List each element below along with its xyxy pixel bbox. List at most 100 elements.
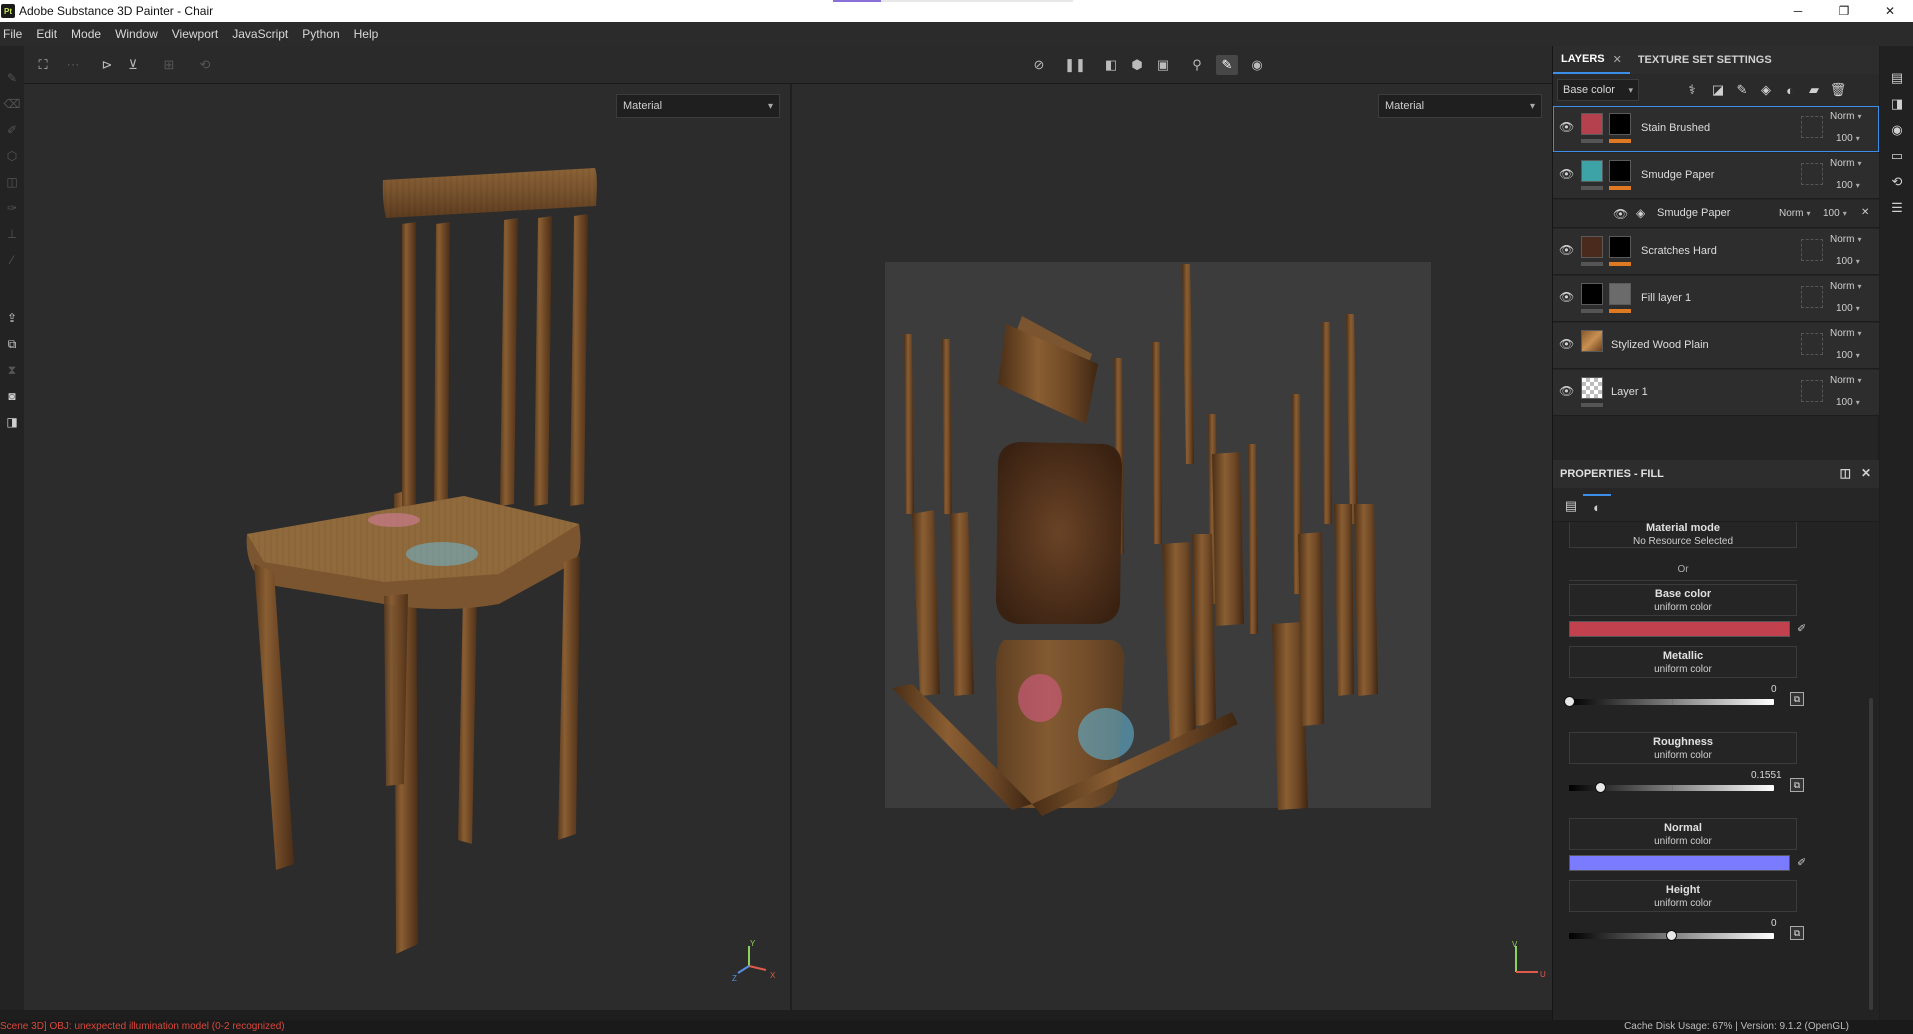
texture-map-icon[interactable]: ⧉	[1790, 926, 1804, 940]
close-icon[interactable]: ✕	[1861, 207, 1869, 218]
layer-mask-thumbnail[interactable]	[1609, 160, 1631, 182]
texture-map-icon[interactable]: ⧉	[1790, 692, 1804, 706]
camera-icon[interactable]: ▣	[1152, 55, 1174, 75]
maximize-icon[interactable]: ❐	[1821, 0, 1867, 22]
view-split-icon[interactable]: ◧	[1100, 55, 1122, 75]
frame-select-icon[interactable]: ⛶	[32, 55, 54, 75]
paint-mode-icon[interactable]: ✎	[1216, 55, 1238, 75]
opacity-select[interactable]: 100 ▾	[1836, 180, 1860, 191]
grid-icon[interactable]: ⋯	[62, 55, 84, 75]
undock-icon[interactable]: ◫	[1840, 466, 1851, 480]
roughness-value[interactable]: 0.1551	[1751, 770, 1782, 781]
menu-edit[interactable]: Edit	[31, 27, 66, 41]
opacity-select[interactable]: 100 ▾	[1836, 256, 1860, 267]
metallic-slider-knob[interactable]	[1564, 696, 1575, 707]
mirror-x-icon[interactable]: ⊳	[96, 55, 118, 75]
display-icon[interactable]: ◨	[2, 412, 22, 432]
opacity-select[interactable]: 100 ▾	[1836, 350, 1860, 361]
height-value[interactable]: 0	[1771, 918, 1777, 929]
opacity-select[interactable]: 100 ▾	[1836, 133, 1860, 144]
layer-row[interactable]: 👁 Stain Brushed Norm ▾ 100 ▾	[1553, 106, 1879, 152]
close-icon[interactable]: ✕	[1861, 466, 1871, 480]
layer-mask-thumbnail[interactable]	[1609, 283, 1631, 305]
blend-mode-select[interactable]: Norm ▾	[1830, 158, 1861, 169]
reset-rotation-icon[interactable]: ⟲	[194, 55, 216, 75]
viewport-2d[interactable]: Material ▾ V U	[792, 84, 1552, 1010]
export-icon[interactable]: ⇪	[2, 308, 22, 328]
add-mask-icon[interactable]: ◪	[1707, 80, 1729, 100]
screenshot-icon[interactable]: ◉	[1246, 55, 1268, 75]
mirror-y-icon[interactable]: ⊻	[122, 55, 144, 75]
base-color-channel[interactable]: Base color uniform color	[1569, 584, 1797, 616]
layer-row[interactable]: 👁 Scratches Hard Norm ▾ 100 ▾	[1553, 229, 1879, 275]
metallic-channel[interactable]: Metallic uniform color	[1569, 646, 1797, 678]
eye-icon[interactable]: 👁	[1559, 290, 1575, 304]
blend-mode-select[interactable]: Norm ▾	[1779, 208, 1810, 219]
pause-icon[interactable]: ❚❚	[1064, 55, 1086, 75]
add-effect-icon[interactable]: ⚕	[1681, 80, 1703, 100]
shelf-panel-icon[interactable]: ▭	[1886, 146, 1908, 166]
viewport-3d[interactable]: Material ▾ Y Z X	[24, 84, 790, 1010]
symmetry-icon[interactable]: ⚲	[1186, 55, 1208, 75]
menu-viewport[interactable]: Viewport	[167, 27, 227, 41]
eraser-icon[interactable]: ⌫	[2, 94, 22, 114]
menu-help[interactable]: Help	[349, 27, 388, 41]
color-picker-icon[interactable]: ⁄	[2, 250, 22, 270]
close-icon[interactable]: ✕	[1867, 0, 1913, 22]
cube-view-icon[interactable]: ⬢	[1126, 55, 1148, 75]
layer-mask-thumbnail[interactable]	[1609, 113, 1631, 135]
projection-icon[interactable]: ✐	[2, 120, 22, 140]
menu-file[interactable]: File	[0, 27, 31, 41]
minimize-icon[interactable]: ─	[1775, 0, 1821, 22]
material-tab-icon[interactable]: ◐	[1583, 494, 1611, 518]
menu-mode[interactable]: Mode	[66, 27, 110, 41]
tab-texture-set-settings[interactable]: TEXTURE SET SETTINGS	[1630, 46, 1780, 74]
layer-mask-thumbnail[interactable]	[1609, 236, 1631, 258]
blend-mode-select[interactable]: Norm ▾	[1830, 111, 1861, 122]
layers-panel-icon[interactable]: ▤	[1886, 68, 1908, 88]
menu-window[interactable]: Window	[110, 27, 167, 41]
fill-properties-tab-icon[interactable]: ▤	[1557, 494, 1585, 518]
delete-layer-icon[interactable]: 🗑	[1827, 80, 1849, 100]
clone-stamp-icon[interactable]: ⊥	[2, 224, 22, 244]
layer-row[interactable]: 👁 Layer 1 Norm ▾ 100 ▾	[1553, 370, 1879, 416]
blend-mode-select[interactable]: Norm ▾	[1830, 375, 1861, 386]
smudge-icon[interactable]: ✑	[2, 198, 22, 218]
eye-icon[interactable]: 👁	[1559, 167, 1575, 181]
blend-mode-select[interactable]: Norm ▾	[1830, 328, 1861, 339]
metallic-value[interactable]: 0	[1771, 684, 1777, 695]
eye-icon[interactable]: 👁	[1559, 337, 1575, 351]
roughness-slider-knob[interactable]	[1595, 782, 1606, 793]
tab-layers[interactable]: LAYERS ✕	[1553, 46, 1630, 74]
eye-icon[interactable]: 👁	[1559, 120, 1575, 134]
eye-icon[interactable]: 👁	[1559, 243, 1575, 257]
eye-icon[interactable]: 👁	[1613, 207, 1629, 221]
log-panel-icon[interactable]: ☰	[1886, 198, 1908, 218]
eye-icon[interactable]: 👁	[1559, 384, 1575, 398]
eyedropper-icon[interactable]: ✐	[1797, 622, 1809, 636]
blend-mode-select[interactable]: Norm ▾	[1830, 234, 1861, 245]
paint-brush-icon[interactable]: ✎	[2, 68, 22, 88]
close-icon[interactable]: ✕	[1613, 53, 1622, 66]
roughness-channel[interactable]: Roughness uniform color	[1569, 732, 1797, 764]
eyedropper-icon[interactable]: ✐	[1797, 856, 1809, 870]
opacity-select[interactable]: 100 ▾	[1823, 208, 1847, 219]
layer-row[interactable]: 👁 Fill layer 1 Norm ▾ 100 ▾	[1553, 276, 1879, 322]
height-slider-knob[interactable]	[1666, 930, 1677, 941]
viewer-settings-icon[interactable]: ◨	[1886, 94, 1908, 114]
display-settings-icon[interactable]: ◉	[1886, 120, 1908, 140]
height-channel[interactable]: Height uniform color	[1569, 880, 1797, 912]
normal-color-swatch[interactable]	[1569, 855, 1790, 871]
layer-row[interactable]: 👁 Stylized Wood Plain Norm ▾ 100 ▾	[1553, 323, 1879, 369]
height-slider[interactable]	[1569, 930, 1774, 941]
bake-icon[interactable]: ⧉	[2, 334, 22, 354]
blend-mode-select[interactable]: Norm ▾	[1830, 281, 1861, 292]
base-color-swatch[interactable]	[1569, 621, 1790, 637]
add-folder-icon[interactable]: ▰	[1803, 80, 1825, 100]
metallic-slider[interactable]	[1564, 696, 1774, 707]
properties-scrollbar[interactable]	[1869, 698, 1873, 1010]
shelf-icon[interactable]: ◙	[2, 386, 22, 406]
opacity-select[interactable]: 100 ▾	[1836, 303, 1860, 314]
menu-javascript[interactable]: JavaScript	[227, 27, 297, 41]
add-icon[interactable]: ⊞	[158, 55, 180, 75]
